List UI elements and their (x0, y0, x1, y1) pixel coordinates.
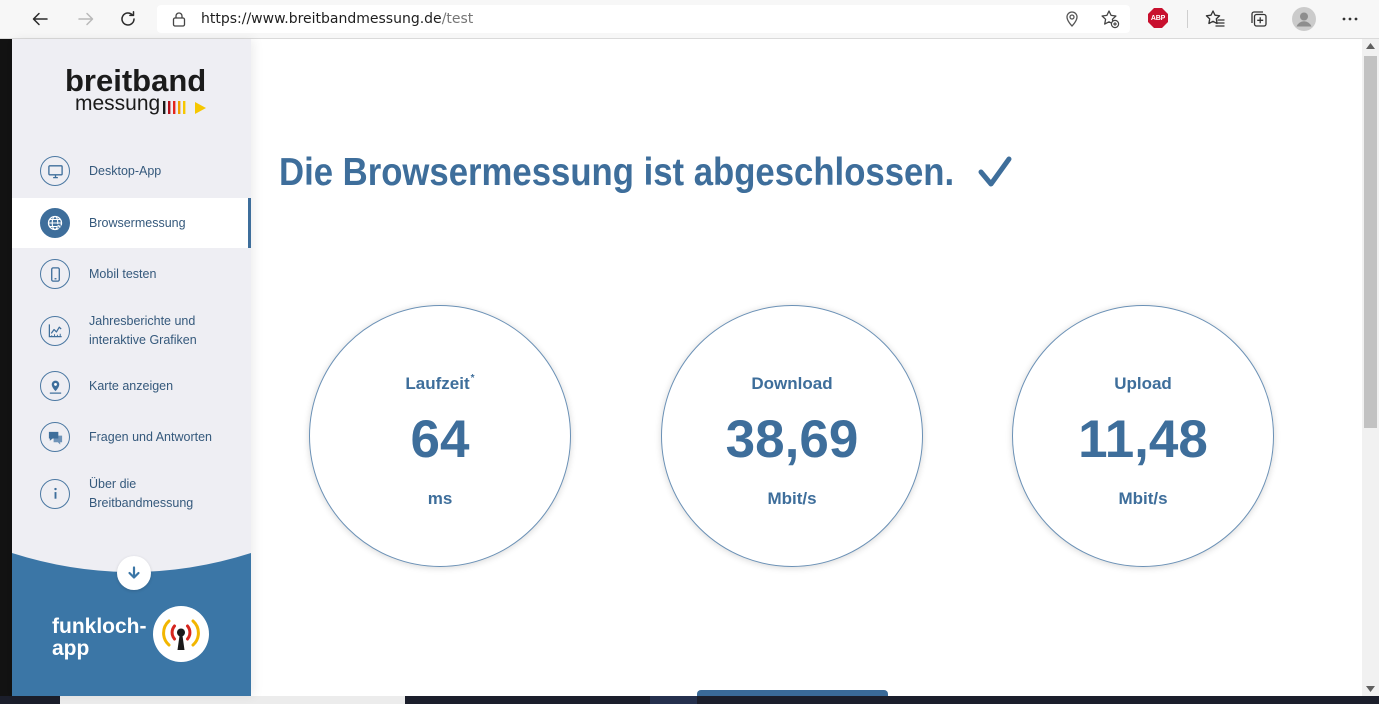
arrow-down-icon (128, 566, 140, 579)
footnote-mark[interactable]: * (471, 373, 475, 384)
sidebar-item-label: Mobil testen (89, 265, 156, 284)
taskbar-app-button[interactable] (650, 696, 697, 704)
result-value: 11,48 (1078, 410, 1208, 469)
collections-button[interactable] (1246, 6, 1272, 32)
funkloch-app-title[interactable]: funkloch- app (52, 616, 147, 660)
sidebar-item-label: Fragen und Antworten (89, 428, 212, 447)
location-button[interactable] (1062, 9, 1082, 29)
more-icon (1342, 17, 1358, 21)
url-path: /test (441, 11, 474, 27)
funkloch-app-title-line: funkloch- (52, 615, 147, 638)
favorites-icon (1205, 10, 1225, 27)
sidebar: breitband messung Desktop-App Browsermes… (12, 39, 251, 696)
sidebar-item-label: Desktop-App (89, 162, 161, 181)
sidebar-item-label: Karte anzeigen (89, 377, 173, 396)
location-icon (1066, 11, 1078, 27)
url-host: https://www.breitbandmessung.de (201, 11, 442, 27)
sidebar-item-desktop-app[interactable]: Desktop-App (12, 146, 251, 196)
chart-icon (40, 315, 70, 346)
sidebar-item-jahresberichte[interactable]: Jahresberichte und interaktive Grafiken (12, 300, 251, 361)
adblock-plus-icon[interactable]: ABP (1148, 8, 1168, 28)
sidebar-item-label-line: Jahresberichte und (89, 313, 196, 328)
toolbar-separator (1187, 10, 1188, 28)
sidebar-item-fragen-und-antworten[interactable]: Fragen und Antworten (12, 412, 251, 462)
sidebar-item-label-line: Browsermessung (89, 215, 186, 230)
sidebar-item-label-line: Breitbandmessung (89, 495, 194, 510)
scroll-up-arrow-icon[interactable] (1366, 43, 1375, 49)
add-favorite-icon (1101, 10, 1120, 29)
sidebar-item-label: Browsermessung (89, 214, 186, 233)
forward-button[interactable] (73, 6, 99, 32)
browser-toolbar: https://www.breitbandmessung.de/test ABP (0, 0, 1379, 39)
result-value: 64 (410, 410, 470, 469)
sidebar-item-label: Jahresberichte und interaktive Grafiken (89, 312, 197, 350)
logo-text-messung: messung (75, 92, 161, 115)
result-unit: Mbit/s (767, 489, 817, 508)
scrollbar-thumb[interactable] (1364, 56, 1377, 428)
monitor-icon (40, 156, 70, 186)
checkmark-icon (978, 156, 1012, 187)
sidebar-item-mobil-testen[interactable]: Mobil testen (12, 249, 251, 299)
sidebar-item-label-line: Über die (89, 476, 137, 491)
profile-avatar (1292, 7, 1316, 31)
sidebar-item-browsermessung[interactable]: Browsermessung (12, 198, 251, 248)
main-content: Die Browsermessung ist abgeschlossen. La… (251, 39, 1362, 696)
result-label-text: Download (751, 374, 833, 393)
back-button[interactable] (27, 6, 53, 32)
url-text[interactable]: https://www.breitbandmessung.de/test (201, 5, 473, 33)
sidebar-item-label-line: interaktive Grafiken (89, 332, 197, 347)
result-label: Upload (1013, 374, 1273, 394)
page-title: Die Browsermessung ist abgeschlossen. (279, 151, 955, 194)
page-scrollbar[interactable] (1362, 39, 1379, 696)
forward-arrow-icon (78, 12, 94, 26)
antenna-icon (162, 619, 200, 650)
funkloch-app-title-line: app (52, 637, 90, 660)
collections-icon (1251, 11, 1267, 27)
sidebar-item-ueber-die-breitbandmessung[interactable]: Über die Breitbandmessung (12, 463, 251, 524)
result-label-text: Laufzeit (405, 374, 470, 393)
sidebar-item-label: Über die Breitbandmessung (89, 475, 193, 513)
address-bar[interactable]: https://www.breitbandmessung.de/test (157, 5, 1130, 33)
sidebar-item-label-line: Fragen und Antworten (89, 429, 212, 444)
sidebar-item-label-line: Desktop-App (89, 163, 162, 178)
sidebar-item-label-line: Karte anzeigen (89, 378, 174, 393)
result-label: Laufzeit* (310, 374, 570, 394)
funkloch-app-logo[interactable] (153, 606, 209, 662)
refresh-button[interactable] (115, 6, 141, 32)
more-button[interactable] (1337, 6, 1363, 32)
result-label-text: Upload (1114, 374, 1172, 393)
os-taskbar (0, 696, 1379, 704)
sidebar-item-karte-anzeigen[interactable]: Karte anzeigen (12, 361, 251, 411)
result-download: Download 38,69 Mbit/s (661, 305, 923, 567)
sidebar-item-label-line: Mobil testen (89, 266, 157, 281)
result-unit: ms (427, 489, 453, 508)
logo-bars-icon (163, 101, 206, 114)
smartphone-icon (40, 259, 70, 289)
result-unit: Mbit/s (1118, 489, 1168, 508)
chat-icon (40, 422, 70, 452)
scroll-down-arrow-icon[interactable] (1366, 686, 1375, 692)
profile-button[interactable] (1291, 6, 1317, 32)
back-arrow-icon (32, 12, 48, 26)
lock-icon[interactable] (172, 11, 186, 27)
result-latency: Laufzeit* 64 ms (309, 305, 571, 567)
globe-icon (40, 208, 70, 238)
result-upload: Upload 11,48 Mbit/s (1012, 305, 1274, 567)
info-icon (40, 478, 70, 509)
result-value: 38,69 (725, 410, 859, 469)
scroll-down-button[interactable] (117, 556, 151, 590)
result-label: Download (662, 374, 922, 394)
refresh-icon (121, 11, 135, 26)
favorites-button[interactable] (1202, 6, 1228, 32)
map-pin-icon (40, 371, 70, 401)
extension-badge-label: ABP (1150, 14, 1166, 22)
taskbar-search-box[interactable] (60, 696, 405, 704)
add-favorite-button[interactable] (1100, 9, 1120, 29)
